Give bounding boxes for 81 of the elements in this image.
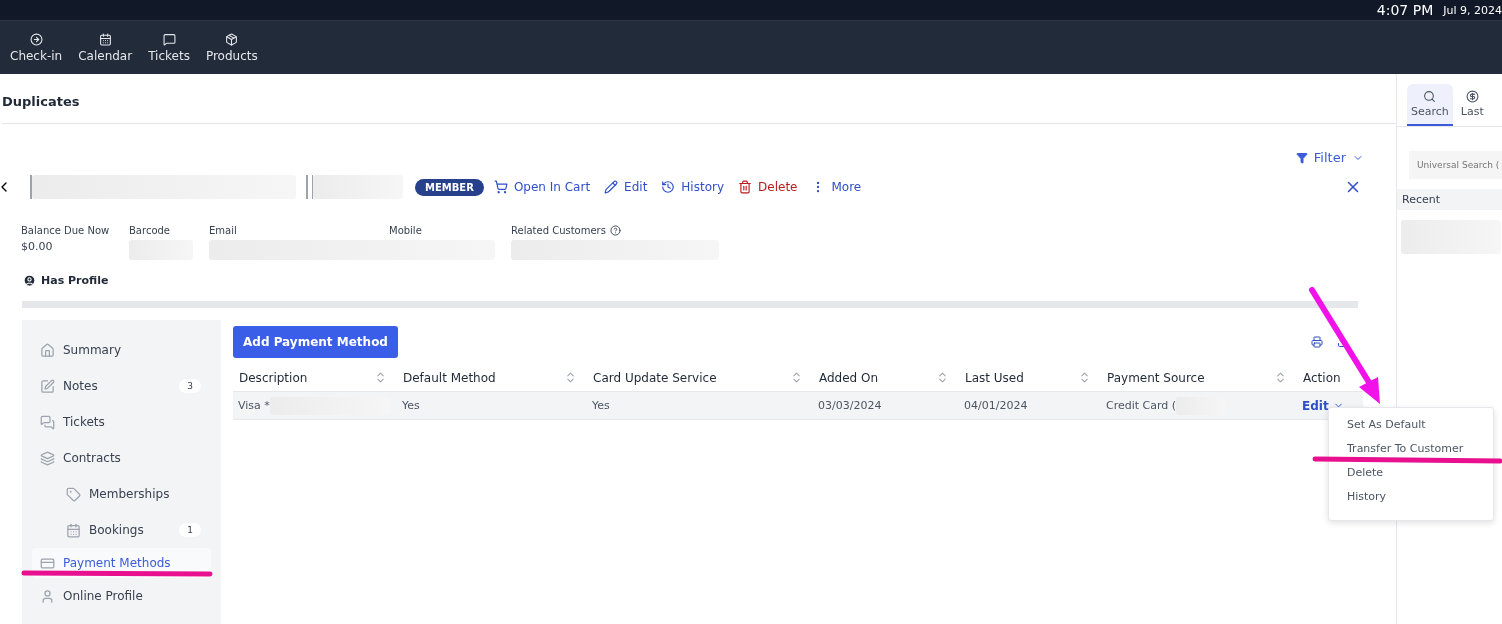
tag-icon — [66, 486, 81, 502]
sidebar-item[interactable]: Notes 3 — [32, 368, 211, 404]
edit-link[interactable]: Edit — [1302, 398, 1344, 413]
help-icon — [609, 225, 621, 236]
nav-button[interactable]: Products — [199, 32, 264, 63]
column-header[interactable]: Added On — [813, 370, 959, 385]
column-header[interactable]: Description — [233, 370, 397, 385]
action-button[interactable]: History — [661, 180, 725, 194]
nav-button[interactable]: Tickets — [142, 32, 196, 63]
filter-icon — [1295, 151, 1308, 164]
count-badge: 1 — [179, 523, 201, 537]
field-value: $0.00 — [21, 240, 54, 253]
dollar-icon — [1465, 90, 1479, 103]
column-header[interactable]: Payment Source — [1101, 370, 1297, 385]
nav-button[interactable]: Check-in — [4, 32, 69, 63]
panel-tab[interactable]: Search — [1407, 84, 1453, 126]
count-badge: 3 — [179, 379, 201, 393]
calendar-icon — [66, 522, 81, 538]
sort-icon — [936, 371, 949, 384]
pencil-icon — [604, 180, 619, 194]
filter-button[interactable]: Filter — [1295, 150, 1364, 165]
action-button[interactable]: Edit — [604, 180, 648, 194]
user-icon — [23, 274, 36, 287]
column-header[interactable]: Last Used — [959, 370, 1101, 385]
table-cell: Credit Card ( — [1106, 399, 1177, 412]
recent-header: Recent — [1397, 189, 1502, 210]
field-label: Barcode — [129, 225, 170, 236]
table-cell: 04/01/2024 — [964, 399, 1028, 412]
chat-icon — [40, 414, 55, 430]
profile-status: Has Profile — [2, 260, 1396, 287]
field-label: Mobile — [389, 225, 422, 236]
member-badge: MEMBER — [415, 178, 484, 196]
action-button[interactable]: More — [811, 180, 862, 194]
field-label: Balance Due Now — [21, 225, 110, 236]
calendar-icon — [98, 32, 112, 46]
sort-icon — [564, 371, 577, 384]
column-header[interactable]: Card Update Service — [587, 370, 813, 385]
trash-icon — [738, 180, 753, 194]
sort-icon — [790, 371, 803, 384]
table-cell: Yes — [592, 399, 610, 412]
nav-button[interactable]: Calendar — [72, 32, 139, 63]
box-icon — [225, 32, 239, 46]
sort-icon — [374, 371, 387, 384]
panel-tab[interactable]: Last — [1456, 84, 1488, 126]
note-icon — [40, 378, 55, 394]
menu-item[interactable]: Set As Default — [1329, 416, 1493, 434]
card-icon — [40, 555, 55, 571]
sidebar-item[interactable]: Contracts — [32, 440, 211, 476]
sort-icon — [1078, 371, 1091, 384]
menu-item[interactable]: Transfer To Customer — [1329, 440, 1493, 458]
field-label: Email — [209, 225, 237, 236]
table-cell: Visa * — [238, 399, 270, 412]
search-icon — [1423, 90, 1437, 103]
sort-icon — [1274, 371, 1287, 384]
clock-date: Jul 9, 2024 — [1443, 3, 1502, 17]
action-button[interactable]: Delete — [738, 180, 798, 194]
sidebar-item[interactable]: Memberships — [32, 476, 211, 512]
sidebar-item[interactable]: Online Profile — [32, 578, 211, 614]
chat-bubble-icon — [162, 32, 176, 46]
layers-icon — [40, 450, 55, 466]
search-field[interactable]: Universal Search ( — [1409, 151, 1502, 179]
home-icon — [40, 342, 55, 358]
column-header[interactable]: Action — [1297, 370, 1351, 385]
history-icon — [661, 180, 676, 194]
menu-item[interactable]: Delete — [1329, 464, 1493, 482]
sidebar-item[interactable]: Tickets — [32, 404, 211, 440]
sidebar-item[interactable]: Summary — [32, 332, 211, 368]
cart-icon — [493, 180, 508, 194]
user-icon — [40, 588, 55, 604]
clock-time: 4:07 PM — [1376, 2, 1434, 18]
table-cell: Yes — [402, 399, 420, 412]
print-icon[interactable] — [1311, 336, 1323, 348]
table-cell: 03/03/2024 — [818, 399, 882, 412]
add-payment-button[interactable]: Add Payment Method — [233, 326, 398, 358]
field-label: Related Customers — [511, 225, 606, 236]
sidebar-item[interactable]: Bookings 1 — [32, 512, 211, 548]
page-title: Duplicates — [2, 74, 1396, 124]
arrow-circle-icon — [29, 32, 43, 46]
menu-item[interactable]: History — [1329, 488, 1493, 506]
action-button[interactable]: Open In Cart — [493, 180, 591, 194]
column-header[interactable]: Default Method — [397, 370, 587, 385]
